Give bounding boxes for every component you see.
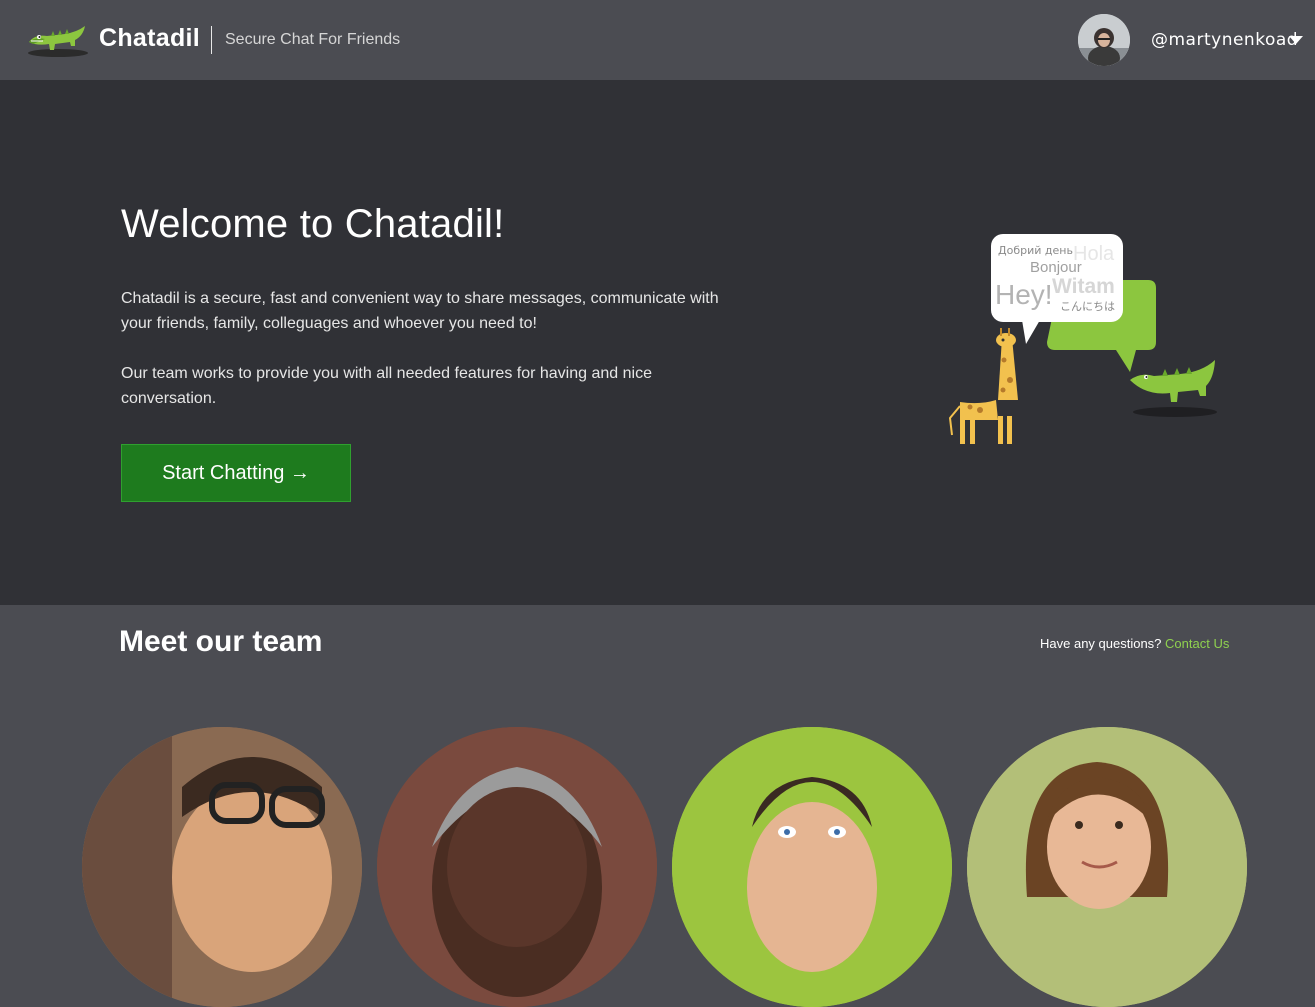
bubble-word-5: Witam (1052, 275, 1115, 298)
start-chatting-button[interactable]: Start Chatting → (121, 444, 351, 502)
chat-illustration: Добрий день Hola Bonjour Hey! Witam こんにち… (948, 234, 1217, 444)
caret-down-icon[interactable] (1289, 36, 1303, 44)
username-label[interactable]: @martynenkoad (1151, 30, 1298, 50)
hero-description: Chatadil is a secure, fast and convenien… (121, 290, 719, 332)
crocodile-logo-icon[interactable] (25, 20, 89, 58)
bubble-word-1: Добрий день (998, 244, 1073, 257)
bubble-word-6: こんにちは (1060, 300, 1115, 313)
bubble-word-4: Hey! (995, 279, 1053, 310)
brand-tagline: Secure Chat For Friends (225, 31, 401, 48)
team-section-title: Meet our team (119, 625, 323, 658)
hero-title: Welcome to Chatadil! (121, 202, 505, 246)
crocodile-icon (1130, 360, 1217, 417)
hero-section: Welcome to Chatadil! Chatadil is a secur… (0, 80, 1315, 605)
hero-team-note: Our team works to provide you with all n… (121, 365, 652, 407)
top-header: Chatadil Secure Chat For Friends @martyn… (0, 0, 1315, 80)
questions-label: Have any questions? (1040, 636, 1162, 651)
questions-text: Have any questions? Contact Us (1040, 636, 1229, 651)
header-divider (211, 26, 212, 54)
contact-us-link[interactable]: Contact Us (1165, 636, 1229, 651)
bubble-word-3: Bonjour (1030, 259, 1082, 276)
team-member-photo[interactable] (672, 727, 952, 1007)
brand-name[interactable]: Chatadil (99, 24, 200, 53)
team-member-photo[interactable] (82, 727, 362, 1007)
team-member-photo[interactable] (967, 727, 1247, 1007)
giraffe-icon (948, 328, 1018, 444)
team-member-photo[interactable] (377, 727, 657, 1007)
user-avatar[interactable] (1078, 14, 1130, 66)
